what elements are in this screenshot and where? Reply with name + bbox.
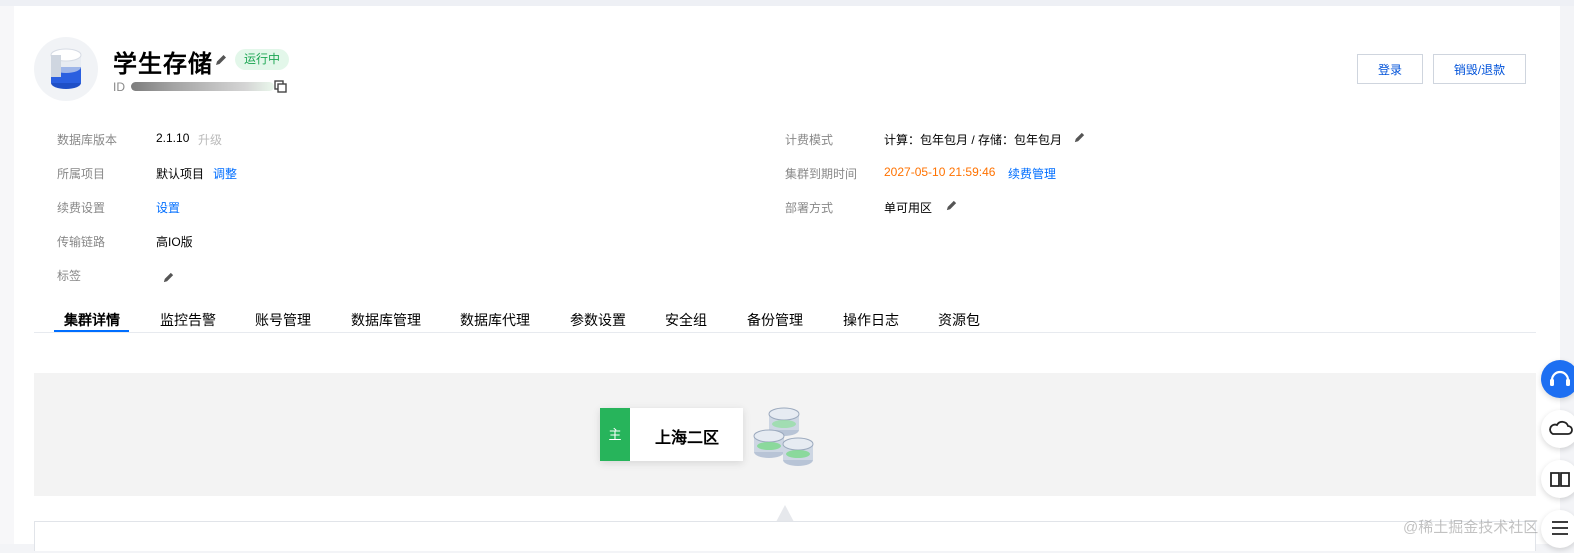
status-badge: 运行中 [235,49,290,70]
db-version-value: 2.1.10 [156,131,190,145]
deploy-label: 部署方式 [785,201,834,215]
docs-book-icon[interactable] [1541,460,1574,498]
destroy-refund-button[interactable]: 销毁/退款 [1433,54,1526,84]
tag-label: 标签 [57,269,82,283]
login-button[interactable]: 登录 [1357,54,1423,84]
tab-operation-log[interactable]: 操作日志 [843,310,899,330]
id-label: ID [113,80,125,94]
billing-value: 计算：包年包月 / 存储：包年包月 [884,133,1063,147]
primary-role-badge: 主 [600,408,630,461]
project-label: 所属项目 [57,167,106,181]
edit-tag-icon[interactable] [162,271,175,284]
tab-database[interactable]: 数据库管理 [351,310,421,330]
renew-setting-label: 续费设置 [57,201,106,215]
project-value: 默认项目 [156,167,205,181]
tab-backup[interactable]: 备份管理 [747,310,803,330]
edit-name-icon[interactable] [214,53,228,67]
renew-setting-link[interactable]: 设置 [156,199,180,216]
transfer-link-label: 传输链路 [57,235,106,249]
tab-monitor-alarm[interactable]: 监控告警 [160,310,216,330]
node-region: 上海二区 [655,430,720,447]
db-version-label: 数据库版本 [57,133,118,147]
watermark: @稀土掘金技术社区 [1403,519,1539,536]
tab-params[interactable]: 参数设置 [570,310,626,330]
primary-node-card[interactable]: 主 上海二区 [600,408,743,461]
tabs-divider [34,332,1536,333]
copy-icon[interactable] [274,80,287,93]
database-cluster-icon [753,407,814,466]
database-logo-icon [34,37,98,101]
left-gutter [0,6,14,544]
expire-label: 集群到期时间 [785,167,858,181]
tab-security-group[interactable]: 安全组 [665,310,707,330]
edit-billing-icon[interactable] [1073,131,1086,144]
transfer-link-value: 高IO版 [156,235,193,249]
tab-db-proxy[interactable]: 数据库代理 [460,310,530,330]
upgrade-link[interactable]: 升级 [198,131,222,148]
expire-value: 2027-05-10 21:59:46 [884,165,996,179]
node-detail-box [34,521,1536,551]
edit-deploy-icon[interactable] [945,199,958,212]
renew-manage-link[interactable]: 续费管理 [1008,165,1056,182]
instance-title: 学生存储 [113,51,213,78]
tab-resource-pack[interactable]: 资源包 [938,310,980,330]
pointer-arrow [776,505,794,522]
tab-cluster-detail[interactable]: 集群详情 [64,310,120,330]
billing-label: 计费模式 [785,133,834,147]
cloud-icon[interactable] [1541,410,1574,448]
menu-list-icon[interactable] [1541,510,1574,548]
customer-service-icon[interactable] [1541,360,1574,398]
active-tab-indicator [54,330,129,332]
adjust-project-link[interactable]: 调整 [213,165,237,182]
deploy-value: 单可用区 [884,201,933,215]
id-redacted [131,82,274,91]
tab-account[interactable]: 账号管理 [255,310,311,330]
